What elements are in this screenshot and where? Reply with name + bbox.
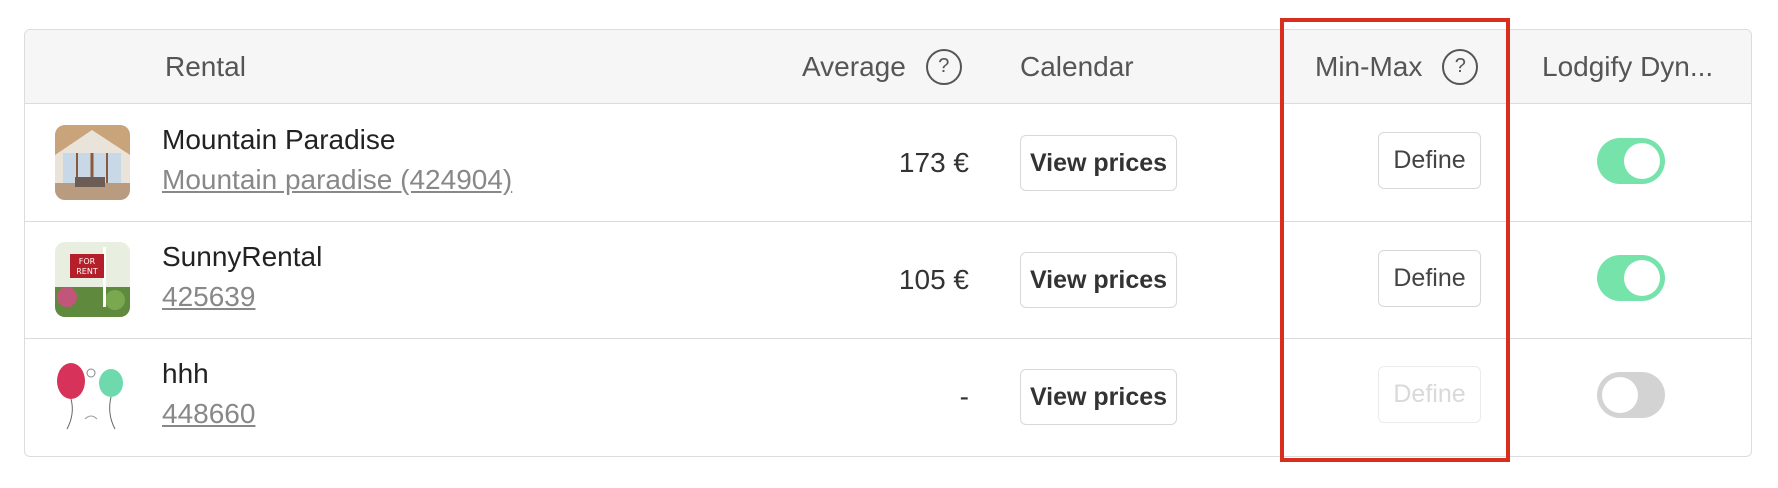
table-row: FOR RENT SunnyRental 425639 105 € View p… (25, 221, 1751, 339)
define-minmax-button-disabled: Define (1378, 366, 1481, 423)
column-header-rental: Rental (165, 50, 246, 82)
svg-text:FOR: FOR (79, 257, 96, 266)
toggle-knob (1602, 377, 1638, 413)
table-header: Rental Average ? Calendar Min-Max ? Lodg… (25, 30, 1751, 104)
average-price: - (959, 380, 969, 412)
column-header-lodgify-dynamic: Lodgify Dyn... (1542, 50, 1714, 82)
table-row: hhh 448660 - View prices Define (25, 338, 1751, 455)
rental-name: Mountain Paradise (162, 124, 396, 155)
column-header-average: Average ? (802, 30, 962, 103)
average-price: 105 € (898, 263, 969, 295)
average-price: 173 € (898, 146, 969, 178)
rental-link[interactable]: 425639 (162, 281, 255, 313)
average-label: Average (802, 50, 906, 82)
view-prices-button[interactable]: View prices (1020, 135, 1177, 191)
view-prices-button[interactable]: View prices (1020, 369, 1177, 425)
minmax-label: Min-Max (1315, 50, 1423, 82)
column-header-calendar: Calendar (1020, 50, 1134, 82)
rental-link[interactable]: 448660 (162, 398, 255, 430)
help-icon[interactable]: ? (1442, 48, 1479, 85)
define-minmax-button[interactable]: Define (1378, 132, 1481, 189)
toggle-knob (1624, 260, 1660, 296)
define-minmax-button[interactable]: Define (1378, 250, 1481, 307)
rental-link[interactable]: Mountain paradise (424904) (162, 164, 512, 196)
lodgify-dynamic-toggle[interactable] (1597, 372, 1665, 418)
table-row: Mountain Paradise Mountain paradise (424… (25, 104, 1751, 222)
lodgify-dynamic-toggle[interactable] (1597, 255, 1665, 301)
lodgify-dynamic-toggle[interactable] (1597, 138, 1665, 184)
rentals-table: Rental Average ? Calendar Min-Max ? Lodg… (24, 29, 1752, 457)
cabin-thumbnail (55, 125, 130, 200)
column-header-minmax: Min-Max ? (1315, 30, 1479, 103)
help-icon[interactable]: ? (925, 48, 962, 85)
rental-name: hhh (162, 358, 209, 389)
balloons-thumbnail (55, 359, 130, 434)
rental-name: SunnyRental (162, 241, 323, 272)
svg-text:RENT: RENT (76, 267, 98, 276)
for-rent-sign-thumbnail: FOR RENT (55, 242, 130, 317)
view-prices-button[interactable]: View prices (1020, 252, 1177, 308)
toggle-knob (1624, 143, 1660, 179)
